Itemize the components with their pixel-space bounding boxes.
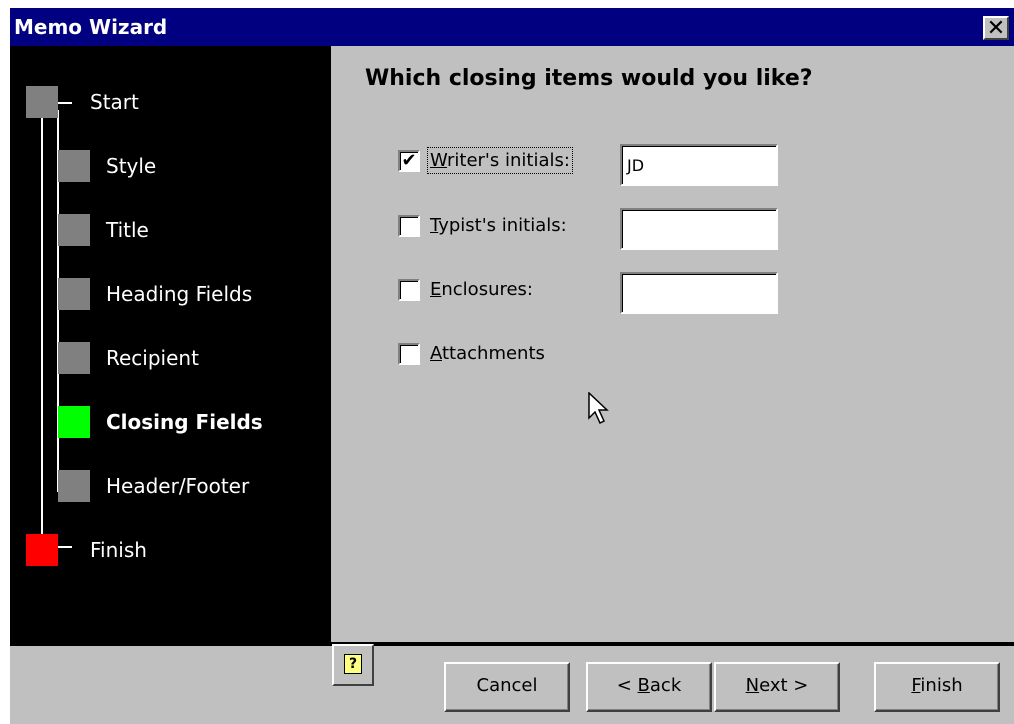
page-question: Which closing items would you like? [365,66,813,91]
writers-initials-checkbox[interactable]: ✔ [398,150,420,172]
step-box-heading-fields [58,278,90,310]
mouse-pointer-icon [588,392,609,425]
help-icon: ? [344,654,362,674]
next-button-accel: N [745,675,760,696]
step-box-header-footer [58,470,90,502]
attachments-label[interactable]: Attachments [430,343,545,364]
wizard-steps-panel: Start Style Title Heading Fields Recipie… [10,46,331,642]
enclosures-label-rest: nclosures: [441,279,534,300]
step-closing-fields[interactable]: Closing Fields [106,410,263,434]
step-box-closing-fields [58,406,90,438]
start-connector [58,102,72,104]
enclosures-label[interactable]: Enclosures: [430,279,533,300]
next-button[interactable]: Next > [714,662,840,712]
cancel-button[interactable]: Cancel [444,662,570,712]
step-heading-fields[interactable]: Heading Fields [106,282,252,306]
finish-button-rest: inish [920,675,963,696]
checkmark-icon: ✔ [401,150,417,171]
writers-initials-accel: W [430,150,447,171]
typists-initials-label-rest: ypist's initials: [438,215,567,236]
step-box-start [26,86,58,118]
writers-initials-label[interactable]: Writer's initials: [427,147,573,174]
step-style[interactable]: Style [106,154,156,178]
back-button-pre: < [616,675,638,696]
step-box-finish [26,534,58,566]
enclosures-input[interactable] [620,272,778,314]
finish-connector [58,546,72,548]
next-button-rest: ext > [759,675,809,696]
close-button[interactable]: ✕ [983,16,1009,40]
finish-button[interactable]: Finish [874,662,1000,712]
writers-initials-label-rest: riter's initials: [447,150,570,171]
step-recipient[interactable]: Recipient [106,346,199,370]
step-box-recipient [58,342,90,374]
enclosures-checkbox[interactable] [398,279,420,301]
enclosures-accel: E [430,279,442,300]
close-icon: ✕ [986,16,1006,41]
back-button[interactable]: < Back [586,662,712,712]
typists-initials-label[interactable]: Typist's initials: [430,215,567,236]
step-finish[interactable]: Finish [90,538,147,562]
typists-initials-input[interactable] [620,208,778,250]
bottom-separator [10,642,1014,646]
window-title: Memo Wizard [14,15,168,39]
help-button[interactable]: ? [332,644,374,686]
title-bar: Memo Wizard ✕ [10,8,1014,46]
typists-initials-checkbox[interactable] [398,215,420,237]
attachments-checkbox[interactable] [398,343,420,365]
step-box-style [58,150,90,182]
step-header-footer[interactable]: Header/Footer [106,474,249,498]
step-start[interactable]: Start [90,90,139,114]
writers-initials-input[interactable]: JD [620,144,778,186]
attachments-accel: A [430,343,442,364]
step-box-title [58,214,90,246]
typists-initials-accel: T [430,215,439,236]
steps-outer-line [41,110,43,550]
step-title[interactable]: Title [106,218,149,242]
back-button-rest: ack [649,675,682,696]
attachments-label-rest: ttachments [442,343,545,364]
back-button-accel: B [637,675,650,696]
memo-wizard-window: Memo Wizard ✕ Start Style Title Heading … [10,8,1014,724]
